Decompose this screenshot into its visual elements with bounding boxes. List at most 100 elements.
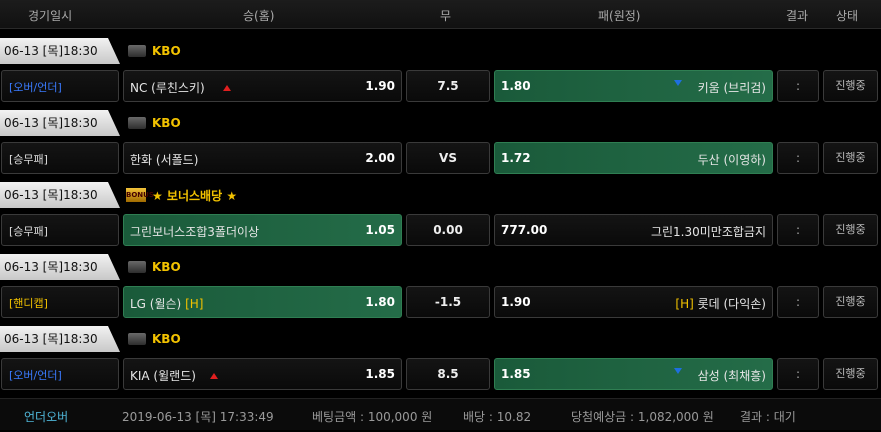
- draw-odds-button[interactable]: 0.00: [406, 214, 490, 246]
- draw-odds-button[interactable]: 7.5: [406, 70, 490, 102]
- result-value: :: [795, 367, 801, 381]
- result-cell: :: [777, 142, 819, 174]
- league-header: KBO: [128, 326, 181, 352]
- result-value: :: [795, 295, 801, 309]
- away-odds-button[interactable]: 1.85 삼성 (최채흥): [494, 358, 773, 390]
- away-odd: 777.00: [501, 223, 548, 237]
- status-cell: 진행중: [823, 358, 878, 390]
- bet-type-cell: [오버/언더]: [1, 70, 119, 102]
- match-datetime: 06-13 [목]18:30: [0, 254, 120, 280]
- draw-odds-button[interactable]: 8.5: [406, 358, 490, 390]
- away-odds-button[interactable]: 1.80 키움 (브리검): [494, 70, 773, 102]
- bet-result: 결과 : 대기: [740, 410, 796, 424]
- away-team: 두산 (이영하): [697, 153, 766, 167]
- away-odd: 1.80: [501, 79, 531, 93]
- home-odd: 1.80: [365, 295, 395, 309]
- home-odds-button[interactable]: NC (루친스키) 1.90: [123, 70, 402, 102]
- league-name: KBO: [152, 116, 181, 130]
- bet-type-cell: [오버/언더]: [1, 358, 119, 390]
- result-value: :: [795, 79, 801, 93]
- mid-value: -1.5: [434, 295, 462, 309]
- total-odds: 배당 : 10.82: [463, 410, 532, 424]
- away-team: 그린1.30미만조합금지: [650, 225, 766, 239]
- bet-amount: 베팅금액 : 100,000 원: [312, 410, 433, 424]
- league-name: KBO: [152, 332, 181, 346]
- league-flag-icon: [128, 117, 146, 129]
- league-flag-icon: [128, 261, 146, 273]
- up-arrow-icon: [210, 373, 218, 379]
- down-arrow-icon: [674, 80, 682, 86]
- home-team: 한화 (서폴드): [130, 153, 199, 167]
- match-datetime: 06-13 [목]18:30: [0, 182, 120, 208]
- bet-timestamp: 2019-06-13 [목] 17:33:49: [122, 410, 274, 424]
- home-odd: 1.90: [365, 79, 395, 93]
- down-arrow-icon: [674, 368, 682, 374]
- league-header: KBO: [128, 38, 181, 64]
- header-date: 경기일시: [28, 9, 73, 23]
- match-datetime: 06-13 [목]18:30: [0, 110, 120, 136]
- result-value: :: [795, 151, 801, 165]
- home-odd: 2.00: [365, 151, 395, 165]
- up-arrow-icon: [223, 85, 231, 91]
- home-team: 그린보너스조합3폴더이상: [130, 225, 260, 239]
- away-team: [H] 롯데 (다익손): [675, 295, 766, 312]
- away-odds-button[interactable]: 777.00 그린1.30미만조합금지: [494, 214, 773, 246]
- home-team: NC (루친스키): [130, 81, 205, 95]
- bonus-icon: BONUS: [126, 188, 154, 202]
- home-team-name: LG (윌슨): [130, 297, 182, 311]
- mid-value: 7.5: [437, 79, 459, 93]
- result-cell: :: [777, 70, 819, 102]
- home-odds-button[interactable]: 한화 (서폴드) 2.00: [123, 142, 402, 174]
- home-team: KIA (윌랜드): [130, 369, 196, 383]
- draw-odds-button[interactable]: -1.5: [406, 286, 490, 318]
- bet-type-cell: [승무패]: [1, 214, 119, 246]
- result-cell: :: [777, 286, 819, 318]
- header-status: 상태: [836, 9, 859, 23]
- status-cell: 진행중: [823, 142, 878, 174]
- status-label: 진행중: [835, 151, 866, 164]
- home-odd: 1.05: [365, 223, 395, 237]
- result-cell: :: [777, 214, 819, 246]
- handicap-mark: [H]: [675, 297, 694, 311]
- away-odds-button[interactable]: 1.72 두산 (이영하): [494, 142, 773, 174]
- bet-type-label: [승무패]: [9, 225, 48, 238]
- expected-win: 당첨예상금 : 1,082,000 원: [571, 410, 714, 424]
- away-odd: 1.90: [501, 295, 531, 309]
- bet-type-label: [승무패]: [9, 153, 48, 166]
- header-draw: 무: [440, 9, 452, 23]
- away-odds-button[interactable]: 1.90 [H] 롯데 (다익손): [494, 286, 773, 318]
- header-result: 결과: [786, 9, 809, 23]
- status-label: 진행중: [835, 367, 866, 380]
- league-flag-icon: [128, 333, 146, 345]
- bet-type-cell: [승무패]: [1, 142, 119, 174]
- home-odd: 1.85: [365, 367, 395, 381]
- league-header: BONUS ★ 보너스배당 ★: [126, 182, 237, 208]
- home-odds-button[interactable]: LG (윌슨) [H] 1.80: [123, 286, 402, 318]
- match-datetime: 06-13 [목]18:30: [0, 326, 120, 352]
- status-label: 진행중: [835, 295, 866, 308]
- away-odd: 1.72: [501, 151, 531, 165]
- status-label: 진행중: [835, 223, 866, 236]
- status-cell: 진행중: [823, 286, 878, 318]
- home-odds-button[interactable]: KIA (윌랜드) 1.85: [123, 358, 402, 390]
- league-header: KBO: [128, 254, 181, 280]
- bet-type-label: [핸디캡]: [9, 297, 48, 310]
- bet-type-cell: [핸디캡]: [1, 286, 119, 318]
- away-team: 삼성 (최채흥): [697, 369, 766, 383]
- status-cell: 진행중: [823, 70, 878, 102]
- status-cell: 진행중: [823, 214, 878, 246]
- league-name: KBO: [152, 44, 181, 58]
- table-header: 경기일시 승(홈) 무 패(원정) 결과 상태: [0, 0, 881, 29]
- result-value: :: [795, 223, 801, 237]
- home-odds-button[interactable]: 그린보너스조합3폴더이상 1.05: [123, 214, 402, 246]
- handicap-mark: [H]: [185, 297, 204, 311]
- league-header: KBO: [128, 110, 181, 136]
- bet-type-summary: 언더오버: [24, 410, 69, 424]
- home-team: LG (윌슨) [H]: [130, 295, 203, 312]
- match-datetime: 06-13 [목]18:30: [0, 38, 120, 64]
- header-away: 패(원정): [598, 9, 641, 23]
- bet-type-label: [오버/언더]: [9, 81, 62, 94]
- draw-odds-button[interactable]: VS: [406, 142, 490, 174]
- away-team: 키움 (브리검): [697, 81, 766, 95]
- mid-value: VS: [439, 151, 457, 165]
